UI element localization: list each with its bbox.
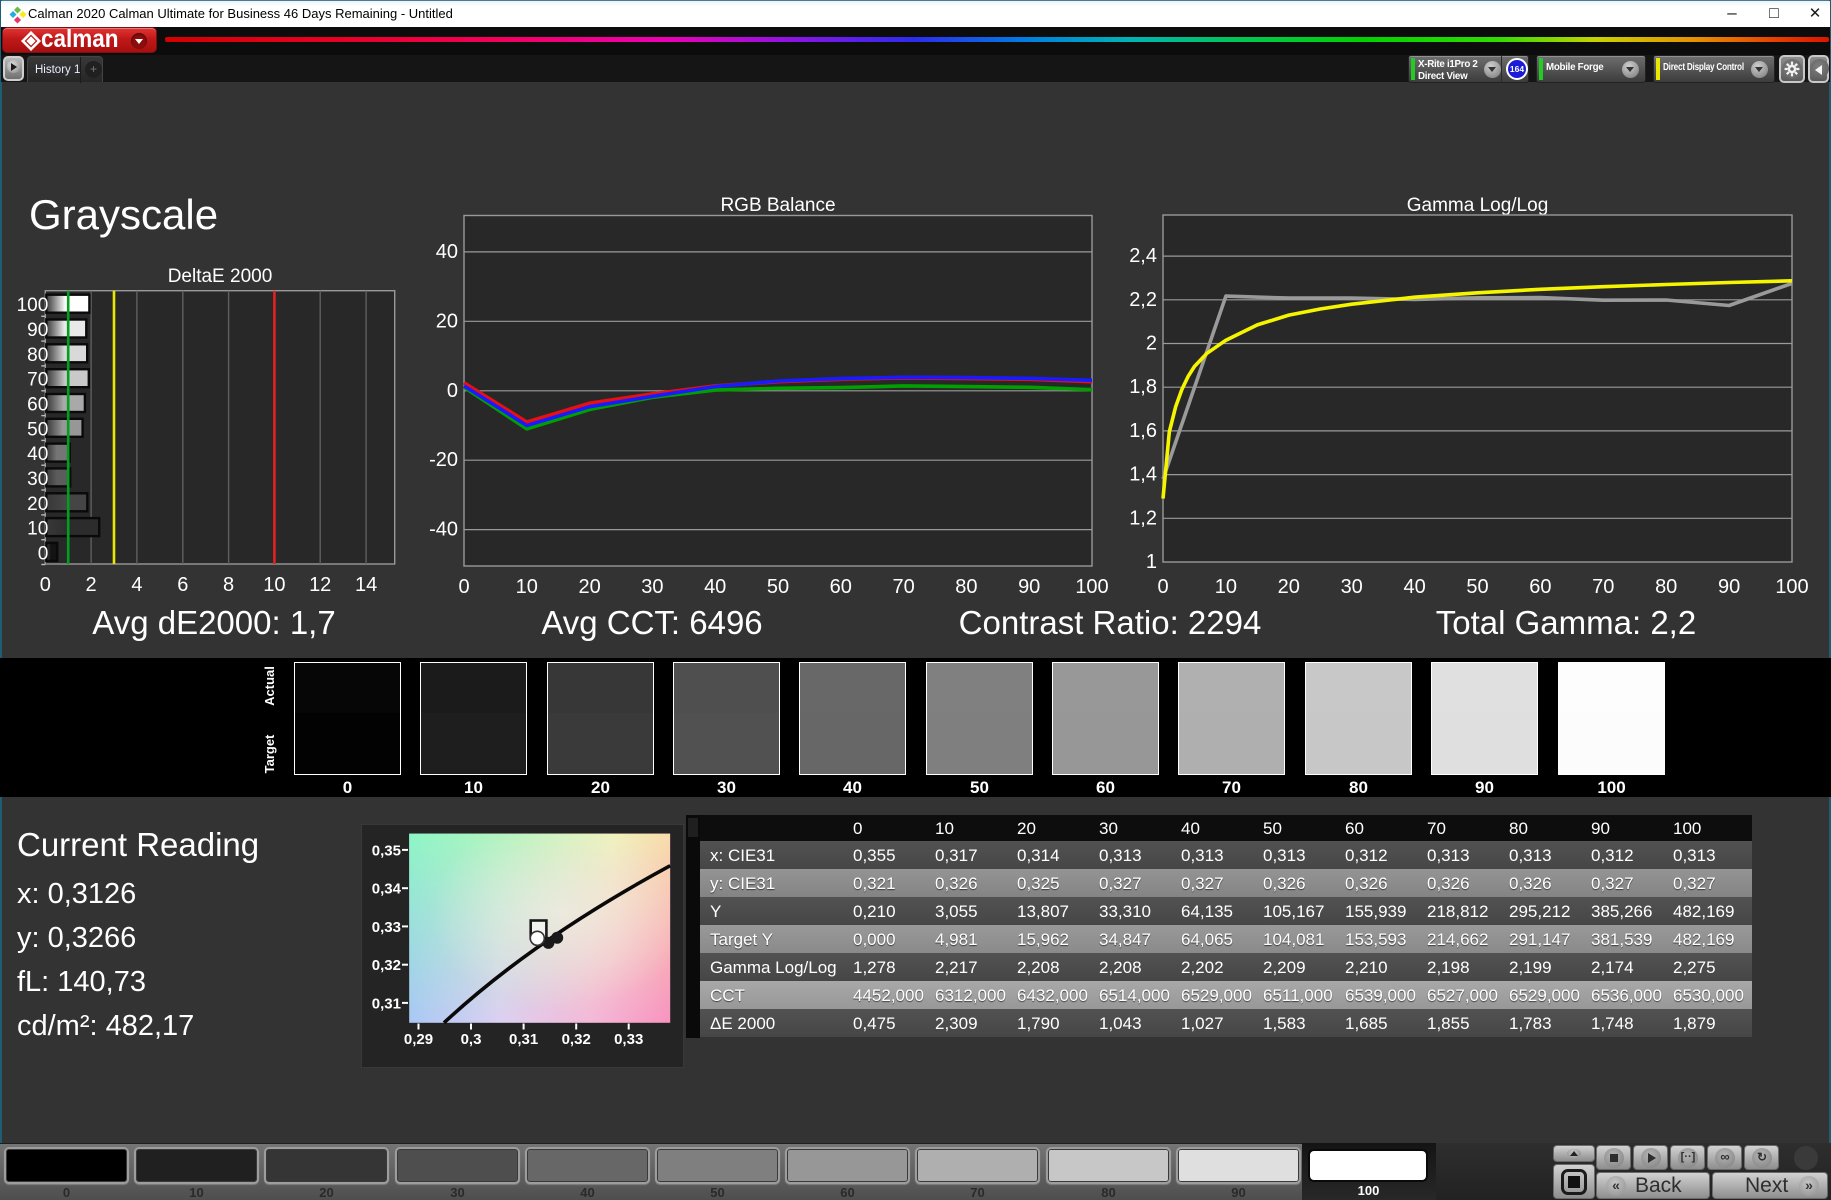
- svg-text:40: 40: [704, 576, 726, 598]
- svg-text:2,2: 2,2: [1129, 289, 1157, 311]
- svg-text:0,33: 0,33: [614, 1031, 643, 1048]
- svg-text:20: 20: [578, 576, 600, 598]
- svg-text:1,8: 1,8: [1129, 376, 1157, 398]
- svg-text:90: 90: [27, 320, 48, 341]
- svg-text:50: 50: [1466, 576, 1488, 598]
- svg-text:30: 30: [641, 576, 663, 598]
- svg-text:10: 10: [1215, 576, 1237, 598]
- svg-text:60: 60: [830, 576, 852, 598]
- svg-text:20: 20: [436, 310, 458, 332]
- svg-text:40: 40: [1403, 576, 1425, 598]
- svg-text:8: 8: [223, 574, 234, 596]
- svg-text:0: 0: [447, 380, 458, 402]
- svg-text:1,6: 1,6: [1129, 420, 1157, 442]
- svg-text:90: 90: [1018, 576, 1040, 598]
- svg-text:4: 4: [131, 574, 142, 596]
- svg-text:-40: -40: [429, 519, 458, 541]
- svg-text:10: 10: [516, 576, 538, 598]
- svg-text:2: 2: [86, 574, 97, 596]
- svg-text:80: 80: [1655, 576, 1677, 598]
- svg-text:70: 70: [1592, 576, 1614, 598]
- svg-text:0,29: 0,29: [404, 1031, 433, 1048]
- svg-text:80: 80: [955, 576, 977, 598]
- svg-text:0,34: 0,34: [372, 881, 402, 898]
- svg-text:0,32: 0,32: [372, 957, 401, 974]
- svg-text:20: 20: [1278, 576, 1300, 598]
- svg-text:0,31: 0,31: [509, 1031, 538, 1048]
- svg-text:80: 80: [27, 345, 48, 366]
- svg-text:2,4: 2,4: [1129, 245, 1157, 267]
- svg-text:0: 0: [40, 574, 51, 596]
- svg-text:1,4: 1,4: [1129, 464, 1157, 486]
- svg-text:100: 100: [1075, 576, 1108, 598]
- svg-text:-20: -20: [429, 449, 458, 471]
- svg-text:0: 0: [1157, 576, 1168, 598]
- svg-text:10: 10: [27, 519, 48, 540]
- svg-text:0,32: 0,32: [562, 1031, 591, 1048]
- svg-text:1: 1: [1146, 551, 1157, 573]
- svg-text:0,3: 0,3: [461, 1031, 482, 1048]
- svg-text:30: 30: [27, 469, 48, 490]
- svg-text:0: 0: [458, 576, 469, 598]
- svg-text:50: 50: [767, 576, 789, 598]
- svg-text:40: 40: [436, 241, 458, 263]
- svg-text:6: 6: [177, 574, 188, 596]
- svg-text:60: 60: [27, 395, 48, 416]
- svg-text:2: 2: [1146, 333, 1157, 355]
- svg-text:70: 70: [892, 576, 914, 598]
- svg-text:12: 12: [309, 574, 331, 596]
- svg-text:0,35: 0,35: [372, 842, 401, 859]
- svg-text:20: 20: [27, 494, 48, 515]
- svg-text:1,2: 1,2: [1129, 507, 1157, 529]
- svg-text:100: 100: [17, 295, 49, 316]
- svg-text:50: 50: [27, 419, 48, 440]
- svg-text:90: 90: [1718, 576, 1740, 598]
- svg-text:60: 60: [1529, 576, 1551, 598]
- svg-text:30: 30: [1341, 576, 1363, 598]
- svg-text:0,33: 0,33: [372, 919, 401, 936]
- svg-text:10: 10: [263, 574, 285, 596]
- svg-text:0,31: 0,31: [372, 995, 401, 1012]
- svg-text:70: 70: [27, 370, 48, 391]
- svg-text:40: 40: [27, 444, 48, 465]
- svg-text:14: 14: [355, 574, 377, 596]
- svg-text:100: 100: [1775, 576, 1808, 598]
- svg-text:0: 0: [38, 543, 49, 564]
